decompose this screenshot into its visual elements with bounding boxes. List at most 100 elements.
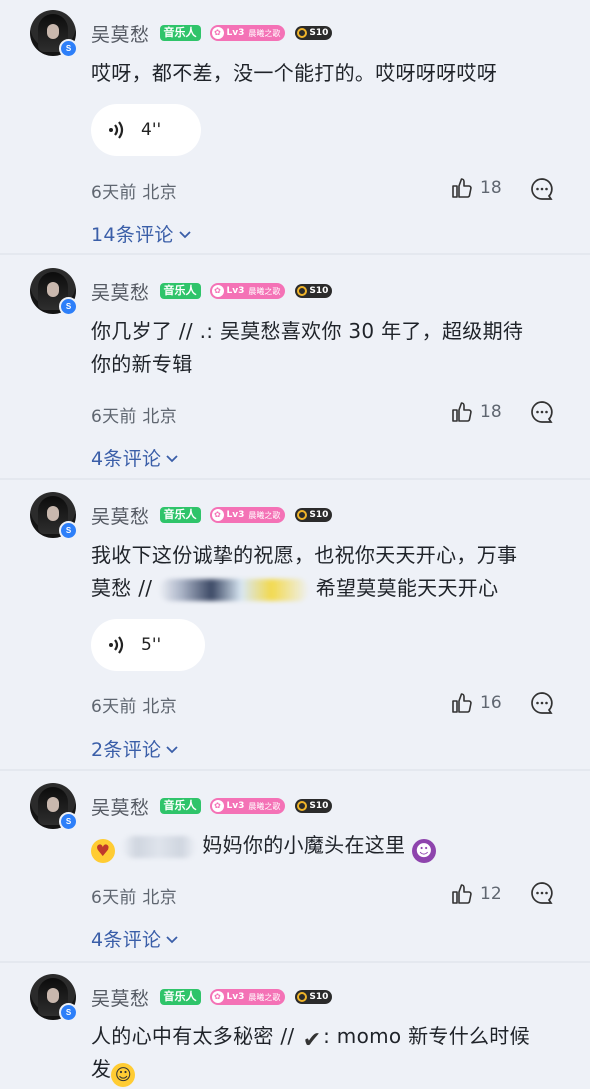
voice-message[interactable]: 4'' bbox=[91, 104, 201, 156]
comment-card: S 吴莫愁 音乐人 ✿ Lv3 晨曦之歌 S10 人的心中有太多秘密 // ✔:… bbox=[0, 974, 590, 1089]
like-button[interactable]: 12 bbox=[450, 882, 502, 906]
kiss-emoji-icon: ♥ bbox=[91, 839, 115, 863]
avatar[interactable]: S bbox=[30, 783, 78, 831]
verified-badge-icon: S bbox=[59, 812, 78, 831]
season-badge: S10 bbox=[295, 284, 333, 298]
musician-tag: 音乐人 bbox=[159, 989, 201, 1005]
laughing-emoji-icon: ☺ bbox=[111, 1063, 136, 1087]
verified-badge-icon: S bbox=[59, 521, 78, 540]
level-star-icon: ✿ bbox=[211, 509, 224, 521]
level-tag: ✿ Lv3 晨曦之歌 bbox=[209, 283, 286, 299]
musician-tag: 音乐人 bbox=[159, 283, 201, 299]
badge-ring-icon bbox=[297, 286, 308, 296]
badge-ring-icon bbox=[297, 28, 308, 38]
username[interactable]: 吴莫愁 bbox=[91, 793, 150, 820]
season-badge: S10 bbox=[295, 26, 333, 40]
comment-text: 哎呀，都不差，没一个能打的。哎呀呀呀哎呀 bbox=[91, 61, 497, 85]
like-button[interactable]: 18 bbox=[450, 176, 502, 200]
comment-feed: S 吴莫愁 音乐人 ✿ Lv3 晨曦之歌 S10 哎呀，都不差，没一个能打的。哎… bbox=[0, 0, 590, 1089]
sound-wave-icon bbox=[109, 636, 124, 654]
like-count: 16 bbox=[480, 693, 502, 713]
comment-meta: 6天前 北京 bbox=[91, 888, 178, 908]
username[interactable]: 吴莫愁 bbox=[91, 278, 150, 305]
avatar[interactable]: S bbox=[30, 492, 78, 540]
comment-bubble-icon[interactable] bbox=[529, 690, 555, 716]
season-badge: S10 bbox=[295, 508, 333, 522]
comment-header: 吴莫愁 音乐人 ✿ Lv3 晨曦之歌 S10 bbox=[91, 502, 333, 529]
comment-header: 吴莫愁 音乐人 ✿ Lv3 晨曦之歌 S10 bbox=[91, 984, 333, 1011]
like-count: 18 bbox=[480, 402, 502, 422]
view-replies-link[interactable]: 14条评论 bbox=[91, 220, 192, 247]
avatar[interactable]: S bbox=[30, 268, 78, 316]
comment-card: S 吴莫愁 音乐人 ✿ Lv3 晨曦之歌 S10 我收下这份诚挚的祝愿，也祝你天… bbox=[0, 492, 590, 772]
comment-meta: 6天前 北京 bbox=[91, 697, 178, 717]
view-replies-link[interactable]: 4条评论 bbox=[91, 444, 179, 471]
musician-tag: 音乐人 bbox=[159, 25, 201, 41]
redacted-mention bbox=[159, 578, 310, 601]
comment-text: 人的心中有太多秘密 // ✔: momo 新专什么时候 发 ☺ bbox=[91, 1020, 571, 1087]
voice-message[interactable]: 5'' bbox=[91, 619, 205, 671]
verified-badge-icon: S bbox=[59, 39, 78, 58]
voice-duration: 5'' bbox=[141, 635, 162, 655]
thumbs-up-icon bbox=[452, 884, 472, 904]
badge-ring-icon bbox=[297, 801, 308, 811]
thumbs-up-icon bbox=[452, 178, 472, 198]
chevron-down-icon bbox=[179, 230, 191, 238]
chevron-down-icon bbox=[166, 745, 178, 753]
level-star-icon: ✿ bbox=[211, 800, 224, 812]
comment-card: S 吴莫愁 音乐人 ✿ Lv3 晨曦之歌 S10 哎呀，都不差，没一个能打的。哎… bbox=[0, 10, 590, 255]
level-star-icon: ✿ bbox=[211, 991, 224, 1003]
comment-bubble-icon[interactable] bbox=[529, 880, 555, 906]
comment-text: 你几岁了 // .: 吴莫愁喜欢你 30 年了，超级期待 你的新专辑 bbox=[91, 319, 524, 376]
level-tag: ✿ Lv3 晨曦之歌 bbox=[209, 989, 286, 1005]
check-emoji-icon: ✔ bbox=[302, 1028, 322, 1053]
comment-header: 吴莫愁 音乐人 ✿ Lv3 晨曦之歌 S10 bbox=[91, 20, 333, 47]
badge-ring-icon bbox=[297, 510, 308, 520]
divider bbox=[0, 769, 590, 771]
comment-header: 吴莫愁 音乐人 ✿ Lv3 晨曦之歌 S10 bbox=[91, 793, 333, 820]
comment-header: 吴莫愁 音乐人 ✿ Lv3 晨曦之歌 S10 bbox=[91, 278, 333, 305]
redacted-mention bbox=[121, 835, 196, 858]
like-count: 18 bbox=[480, 178, 502, 198]
musician-tag: 音乐人 bbox=[159, 798, 201, 814]
avatar[interactable]: S bbox=[30, 10, 78, 58]
level-star-icon: ✿ bbox=[211, 285, 224, 297]
musician-tag: 音乐人 bbox=[159, 507, 201, 523]
comment-meta: 6天前 北京 bbox=[91, 183, 178, 203]
devil-emoji-icon: ☻ bbox=[412, 839, 437, 863]
chevron-down-icon bbox=[166, 935, 178, 943]
comment-meta: 6天前 北京 bbox=[91, 407, 178, 427]
thumbs-up-icon bbox=[452, 693, 472, 713]
verified-badge-icon: S bbox=[59, 297, 78, 316]
level-tag: ✿ Lv3 晨曦之歌 bbox=[209, 25, 286, 41]
badge-ring-icon bbox=[297, 992, 308, 1002]
divider bbox=[0, 478, 590, 480]
season-badge: S10 bbox=[295, 990, 333, 1004]
divider bbox=[0, 253, 590, 255]
comment-text: ♥ 妈妈你的小魔头在这里 ☻ bbox=[91, 829, 571, 863]
level-tag: ✿ Lv3 晨曦之歌 bbox=[209, 507, 286, 523]
level-tag: ✿ Lv3 晨曦之歌 bbox=[209, 798, 286, 814]
username[interactable]: 吴莫愁 bbox=[91, 502, 150, 529]
voice-duration: 4'' bbox=[141, 120, 162, 140]
username[interactable]: 吴莫愁 bbox=[91, 20, 150, 47]
level-star-icon: ✿ bbox=[211, 27, 224, 39]
comment-text: 我收下这份诚挚的祝愿，也祝你天天开心，万事 莫愁 // 希望莫莫能天天开心 bbox=[91, 543, 518, 601]
view-replies-link[interactable]: 4条评论 bbox=[91, 925, 179, 952]
thumbs-up-icon bbox=[452, 402, 472, 422]
like-button[interactable]: 16 bbox=[450, 691, 502, 715]
season-badge: S10 bbox=[295, 799, 333, 813]
comment-bubble-icon[interactable] bbox=[529, 399, 555, 425]
comment-card: S 吴莫愁 音乐人 ✿ Lv3 晨曦之歌 S10 ♥ 妈妈你的小魔头在这里 ☻ … bbox=[0, 783, 590, 963]
sound-wave-icon bbox=[109, 121, 124, 139]
like-count: 12 bbox=[480, 884, 502, 904]
comment-bubble-icon[interactable] bbox=[529, 176, 555, 202]
chevron-down-icon bbox=[166, 454, 178, 462]
view-replies-link[interactable]: 2条评论 bbox=[91, 735, 179, 762]
comment-card: S 吴莫愁 音乐人 ✿ Lv3 晨曦之歌 S10 你几岁了 // .: 吴莫愁喜… bbox=[0, 268, 590, 478]
divider bbox=[0, 961, 590, 963]
username[interactable]: 吴莫愁 bbox=[91, 984, 150, 1011]
verified-badge-icon: S bbox=[59, 1003, 78, 1022]
like-button[interactable]: 18 bbox=[450, 400, 502, 424]
avatar[interactable]: S bbox=[30, 974, 78, 1022]
